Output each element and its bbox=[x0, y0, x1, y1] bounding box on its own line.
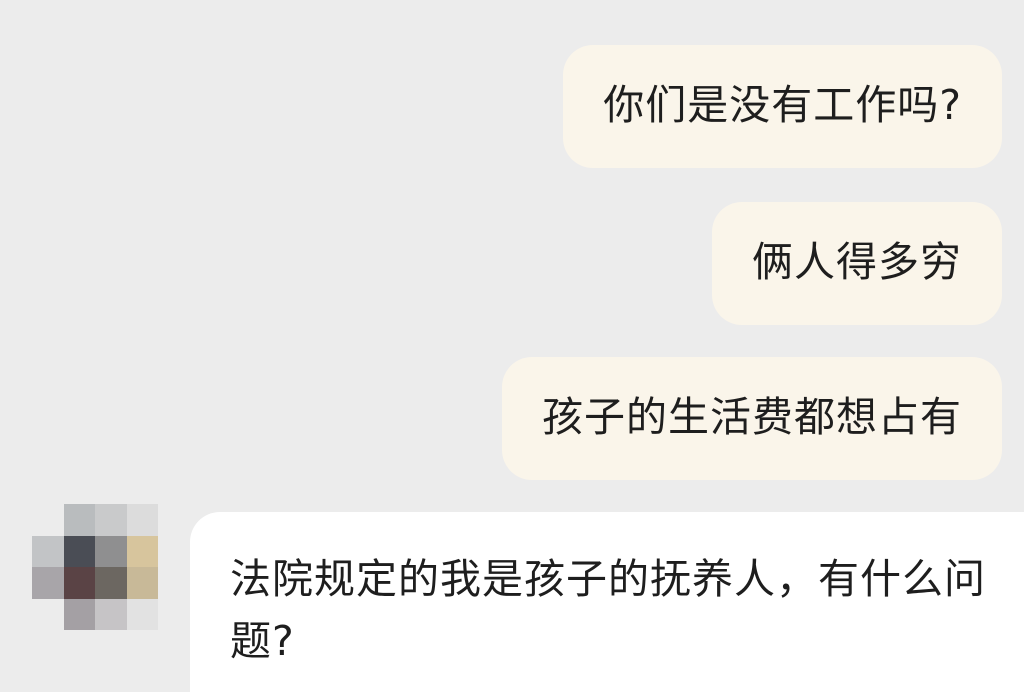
message-text: 法院规定的我是孩子的抚养人，有什么问题? bbox=[230, 555, 986, 665]
outgoing-message-bubble[interactable]: 俩人得多穷 bbox=[712, 202, 1002, 325]
chat-conversation: 你们是没有工作吗? 俩人得多穷 孩子的生活费都想占有 法院规定的我是孩子的抚养人… bbox=[0, 0, 1024, 692]
message-text: 孩子的生活费都想占有 bbox=[542, 393, 962, 441]
message-text: 你们是没有工作吗? bbox=[603, 81, 962, 129]
incoming-message-bubble[interactable]: 法院规定的我是孩子的抚养人，有什么问题? bbox=[190, 512, 1024, 692]
outgoing-message-bubble[interactable]: 你们是没有工作吗? bbox=[563, 45, 1002, 168]
message-text: 俩人得多穷 bbox=[752, 238, 962, 286]
contact-avatar[interactable] bbox=[32, 504, 158, 630]
outgoing-message-bubble[interactable]: 孩子的生活费都想占有 bbox=[502, 357, 1002, 480]
